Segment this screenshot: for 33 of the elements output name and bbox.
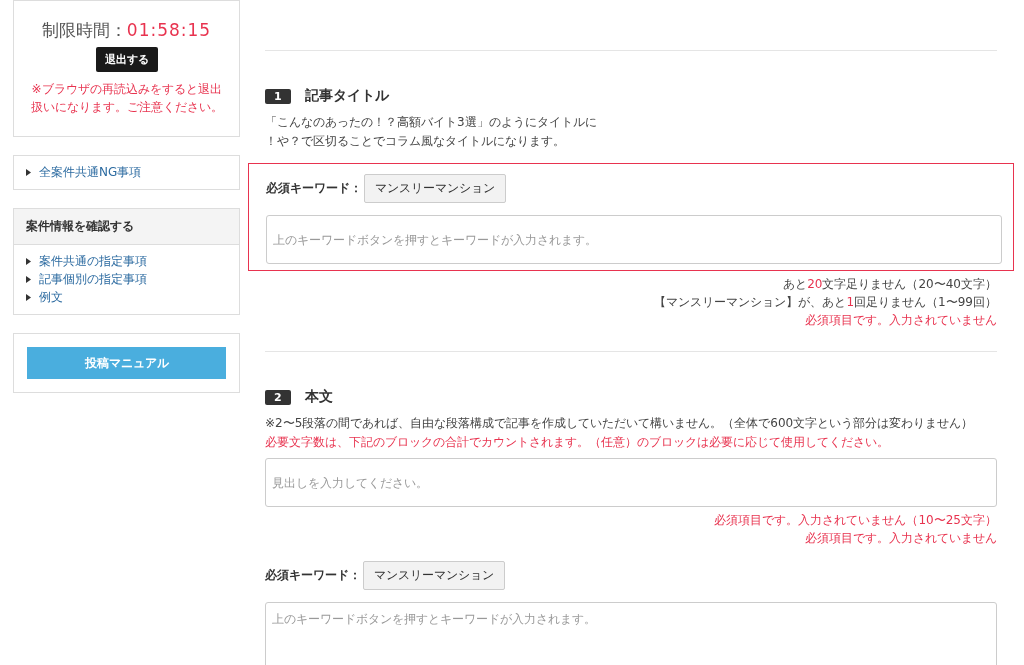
validation-message: 必須項目です。入力されていません — [805, 312, 997, 329]
sidebar-link[interactable]: 例文 — [39, 289, 63, 306]
text-input[interactable]: 上のキーワードボタンを押すとキーワードが入力されます。 — [266, 215, 1002, 264]
keyword-label: 必須キーワード： — [265, 567, 361, 584]
keyword-label: 必須キーワード： — [266, 180, 362, 197]
validation-message: 必須項目です。入力されていません（10〜25文字） — [714, 512, 997, 529]
timer-label: 制限時間： — [41, 19, 127, 42]
sidebar-link[interactable]: 記事個別の指定事項 — [39, 271, 147, 288]
panel-title: 案件情報を確認する — [14, 209, 239, 245]
section-number: 1 — [265, 88, 291, 104]
sidebar-link[interactable]: 案件共通の指定事項 — [39, 253, 147, 270]
section-description: 必要文字数は、下記のブロックの合計でカウントされます。（任意）のブロックは必要に応じて使用してください。 — [265, 434, 890, 451]
validation-message: 【マンスリーマンション】が、あと 1回足りません（1〜99回） — [654, 294, 997, 311]
keyword-button[interactable]: マンスリーマンション — [364, 174, 506, 203]
section-description: 「こんなのあったの！？高額バイト3選」のようにタイトルに — [265, 114, 598, 131]
section-description: ※2〜5段落の間であれば、自由な段落構成で記事を作成していただいて構いません。（全体で600文字という部分は変わりません） — [265, 415, 975, 432]
section-title: 記事タイトル — [304, 87, 389, 105]
timer-value: 01:58:15 — [126, 20, 212, 40]
reload-warning: ※ブラウザの再読込みをすると退出扱いになります。ご注意ください。 — [29, 81, 224, 116]
text-input[interactable]: 見出しを入力してください。 — [265, 458, 997, 507]
validation-message: あと 20文字足りません（20〜40文字） — [783, 276, 997, 293]
triangle-icon — [26, 294, 31, 301]
triangle-icon — [26, 169, 31, 176]
sidebar-link[interactable]: 全案件共通NG事項 — [39, 164, 142, 181]
text-area[interactable]: 上のキーワードボタンを押すとキーワードが入力されます。 — [265, 602, 997, 665]
section-number: 2 — [265, 389, 291, 405]
section-description: ！や？で区切ることでコラム風なタイトルになります。 — [265, 133, 566, 150]
exit-button[interactable]: 退出する — [95, 47, 158, 72]
section-title: 本文 — [304, 388, 333, 406]
validation-message: 必須項目です。入力されていません — [805, 530, 997, 547]
triangle-icon — [26, 276, 31, 283]
keyword-button[interactable]: マンスリーマンション — [363, 561, 505, 590]
triangle-icon — [26, 258, 31, 265]
